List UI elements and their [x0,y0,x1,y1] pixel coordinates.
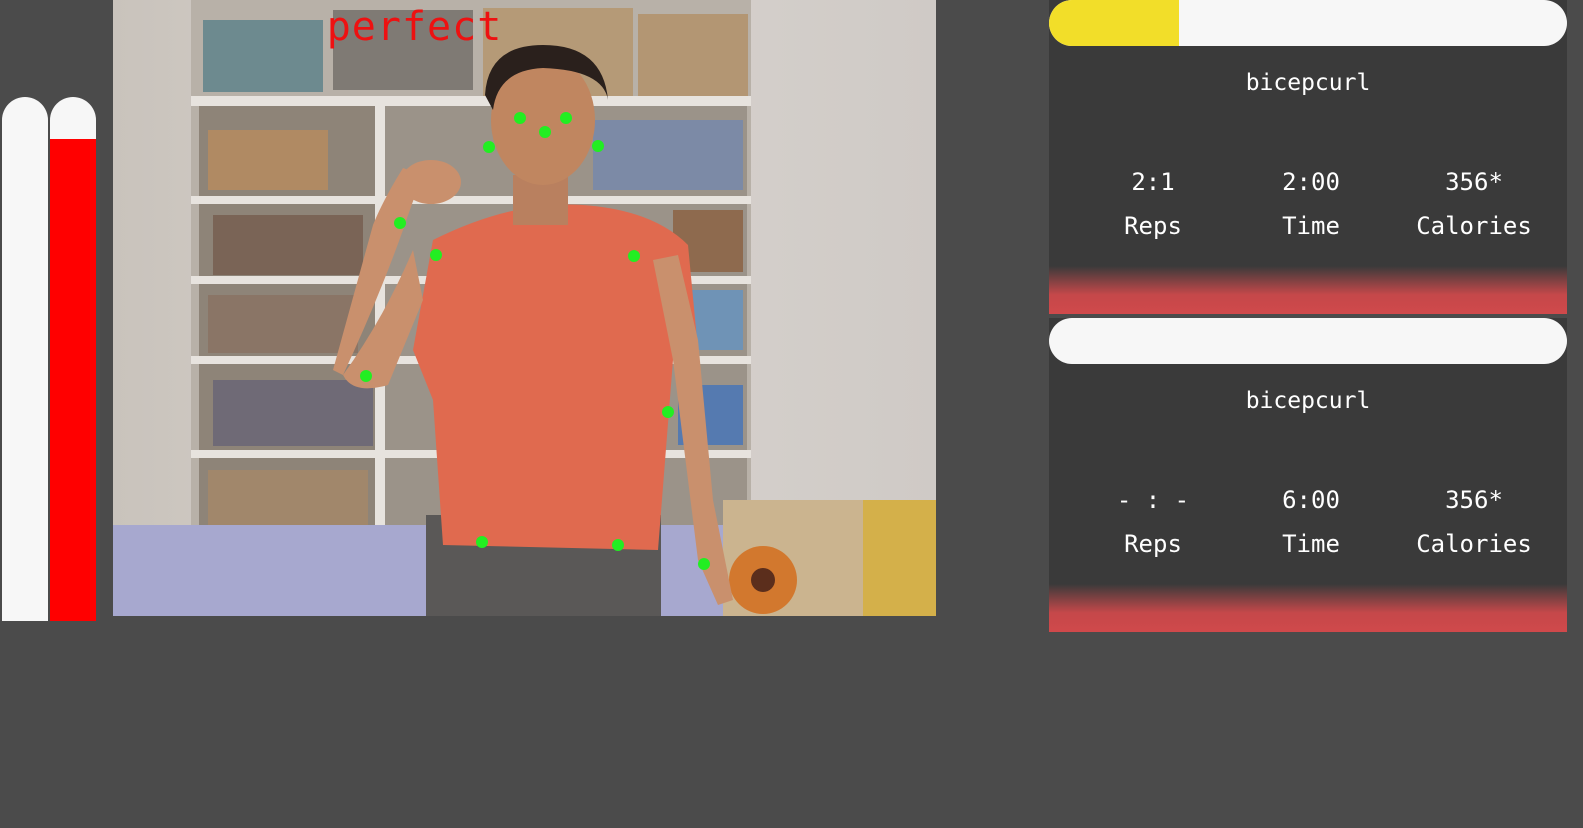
time-value: 2:00 [1282,168,1340,196]
reps-value: - : - [1116,486,1190,514]
camera-feed: perfect [113,0,936,616]
camera-scene [113,0,936,616]
time-value: 6:00 [1282,486,1340,514]
panel-bottom-glow [1049,266,1567,314]
exercise-name: bicepcurl [1245,388,1371,414]
calories-value: 356* [1445,168,1503,196]
exercise-progress-fill [1049,0,1179,46]
right-level-bar [50,97,96,621]
calories-value: 356* [1445,486,1503,514]
exercise-panel-primary: bicepcurl 2:1 Reps 2:00 Time 356* Calori… [1049,0,1567,314]
left-level-bar [2,97,48,621]
exercise-progress-bar [1049,0,1567,46]
reps-label: Reps [1124,530,1182,558]
reps-value: 2:1 [1131,168,1175,196]
right-level-bar-fill [50,138,96,621]
reps-label: Reps [1124,212,1182,240]
time-stat: 2:00 Time [1226,168,1396,240]
reps-stat: 2:1 Reps [1068,168,1238,240]
form-feedback-text: perfect [113,4,936,50]
calories-label: Calories [1416,530,1532,558]
calories-stat: 356* Calories [1389,168,1559,240]
time-label: Time [1282,212,1340,240]
exercise-progress-bar [1049,318,1567,364]
reps-stat: - : - Reps [1068,486,1238,558]
calories-label: Calories [1416,212,1532,240]
time-stat: 6:00 Time [1226,486,1396,558]
exercise-panel-secondary: bicepcurl - : - Reps 6:00 Time 356* Calo… [1049,318,1567,632]
calories-stat: 356* Calories [1389,486,1559,558]
form-feedback-label: perfect [326,4,503,50]
time-label: Time [1282,530,1340,558]
panel-bottom-glow [1049,584,1567,632]
exercise-name: bicepcurl [1245,70,1371,96]
